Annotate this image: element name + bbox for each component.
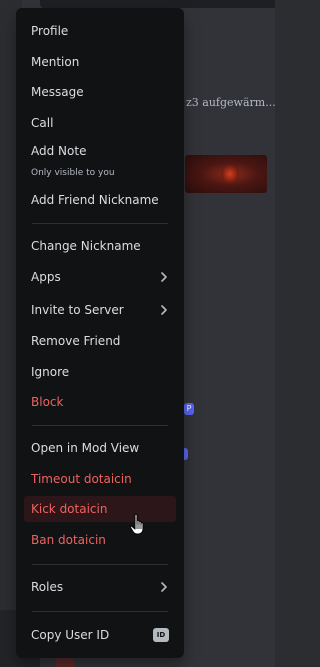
menu-item-label: Remove Friend — [31, 334, 121, 348]
menu-item-message[interactable]: Message — [24, 79, 176, 105]
chevron-right-icon — [159, 272, 169, 282]
menu-item-open-in-mod-view[interactable]: Open in Mod View — [24, 435, 176, 461]
background-embed-image — [185, 155, 267, 193]
chevron-right-icon — [159, 305, 169, 315]
menu-item-label: Add Note — [31, 144, 87, 158]
user-context-menu: Profile Mention Message Call Add Note On… — [16, 8, 184, 658]
menu-item-label: Invite to Server — [31, 303, 124, 317]
background-message-snippet: z3 aufgewärm... — [186, 96, 275, 109]
menu-item-label: Call — [31, 116, 54, 130]
menu-item-roles[interactable]: Roles — [24, 574, 176, 600]
menu-separator — [32, 425, 168, 426]
menu-separator — [32, 611, 168, 612]
background-search-bar — [40, 0, 275, 8]
menu-item-copy-user-id[interactable]: Copy User ID ID — [24, 622, 176, 648]
menu-item-label: Ban dotaicin — [31, 533, 106, 547]
id-badge-icon: ID — [153, 628, 169, 642]
menu-item-timeout[interactable]: Timeout dotaicin — [24, 466, 176, 492]
menu-item-label: Copy User ID — [31, 628, 110, 642]
menu-item-label: Kick dotaicin — [31, 502, 108, 516]
menu-item-label: Roles — [31, 580, 64, 594]
menu-separator — [32, 564, 168, 565]
menu-item-add-friend-nickname[interactable]: Add Friend Nickname — [24, 187, 176, 213]
menu-item-label: Change Nickname — [31, 239, 141, 253]
menu-item-label: Timeout dotaicin — [31, 472, 132, 486]
menu-item-label: Profile — [31, 24, 69, 38]
menu-item-apps[interactable]: Apps — [24, 264, 176, 290]
menu-item-label: Block — [31, 395, 64, 409]
menu-item-call[interactable]: Call — [24, 110, 176, 136]
hand-pointer-icon — [129, 513, 147, 537]
menu-item-ban[interactable]: Ban dotaicin — [24, 527, 176, 553]
chevron-right-icon — [159, 582, 169, 592]
menu-item-block[interactable]: Block — [24, 389, 176, 415]
menu-item-label: Open in Mod View — [31, 441, 140, 455]
background-badge: P — [184, 403, 194, 415]
menu-item-mention[interactable]: Mention — [24, 49, 176, 75]
menu-item-label: Message — [31, 85, 84, 99]
menu-separator — [32, 223, 168, 224]
menu-item-ignore[interactable]: Ignore — [24, 359, 176, 385]
menu-item-change-nickname[interactable]: Change Nickname — [24, 233, 176, 259]
menu-item-remove-friend[interactable]: Remove Friend — [24, 328, 176, 354]
menu-item-add-note[interactable]: Add Note Only visible to you — [24, 144, 176, 178]
menu-item-label: Add Friend Nickname — [31, 193, 159, 207]
menu-item-label: Apps — [31, 270, 61, 284]
menu-item-kick[interactable]: Kick dotaicin — [24, 496, 176, 522]
menu-item-profile[interactable]: Profile — [24, 18, 176, 44]
menu-item-sublabel: Only visible to you — [31, 168, 115, 178]
menu-item-label: Ignore — [31, 365, 70, 379]
menu-item-invite-to-server[interactable]: Invite to Server — [24, 297, 176, 323]
menu-item-label: Mention — [31, 55, 80, 69]
